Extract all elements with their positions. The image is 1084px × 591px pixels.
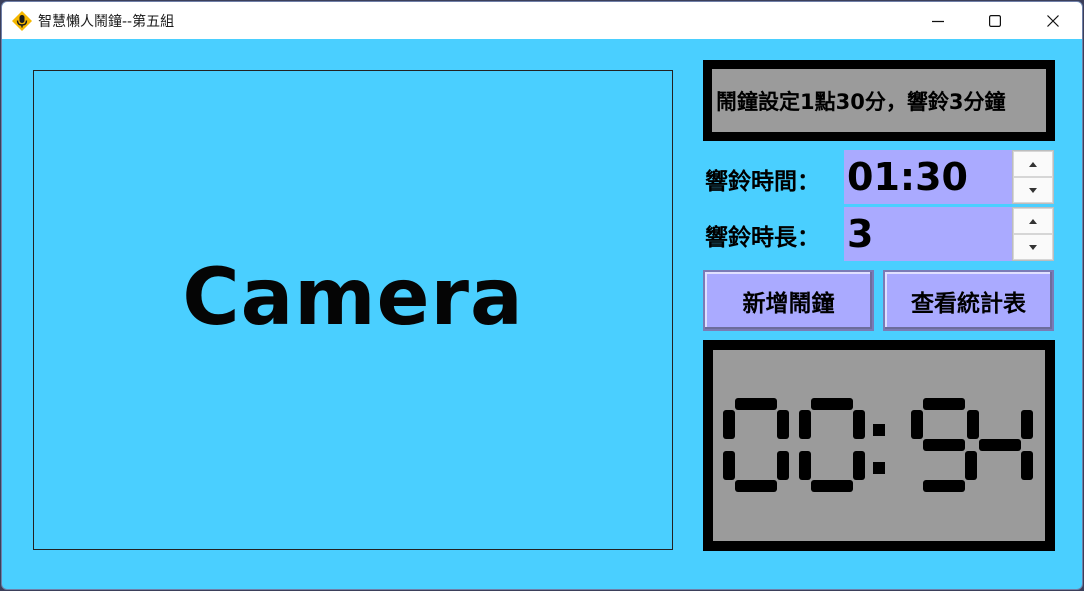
camera-label: Camera	[182, 253, 524, 343]
minimize-button[interactable]	[909, 2, 967, 39]
ring-duration-down-button[interactable]	[1013, 234, 1053, 260]
add-alarm-button[interactable]: 新增鬧鐘	[703, 270, 874, 331]
seven-segment-display	[723, 398, 1033, 492]
view-stats-button[interactable]: 查看統計表	[883, 270, 1054, 331]
arrow-down-icon	[1029, 187, 1037, 193]
status-panel: 鬧鐘設定1點30分，響鈴3分鐘	[703, 60, 1055, 141]
ring-time-down-button[interactable]	[1013, 177, 1053, 203]
maximize-button[interactable]	[966, 2, 1024, 39]
clock-digit	[911, 398, 977, 492]
ring-time-up-button[interactable]	[1013, 151, 1053, 177]
clock-digit	[799, 398, 865, 492]
countdown-display	[713, 350, 1045, 541]
ring-time-label: 響鈴時間：	[705, 169, 820, 195]
arrow-up-icon	[1029, 161, 1037, 167]
ring-duration-input[interactable]: 3	[844, 207, 1012, 261]
clock-colon	[873, 424, 885, 474]
title-bar: 智慧懶人鬧鐘--第五組	[2, 2, 1082, 39]
ring-time-input[interactable]: 01:30	[844, 150, 1012, 204]
status-text: 鬧鐘設定1點30分，響鈴3分鐘	[712, 69, 1046, 132]
ring-duration-spinner	[1012, 207, 1054, 261]
window-title: 智慧懶人鬧鐘--第五組	[38, 14, 175, 30]
ring-duration-label: 響鈴時長：	[705, 225, 820, 251]
minimize-icon	[932, 15, 944, 27]
microphone-app-icon	[11, 10, 33, 32]
ring-time-spinner	[1012, 150, 1054, 204]
arrow-up-icon	[1029, 218, 1037, 224]
close-button[interactable]	[1024, 2, 1082, 39]
close-icon	[1047, 14, 1059, 27]
ring-duration-up-button[interactable]	[1013, 208, 1053, 234]
countdown-clock-panel	[703, 340, 1055, 551]
arrow-down-icon	[1029, 244, 1037, 250]
camera-preview: Camera	[33, 70, 673, 550]
maximize-icon	[989, 14, 1001, 27]
clock-digit	[723, 398, 789, 492]
app-window: 智慧懶人鬧鐘--第五組 Camera 鬧鐘設定1點30分，響鈴3分鐘 響鈴時間：…	[1, 1, 1083, 590]
